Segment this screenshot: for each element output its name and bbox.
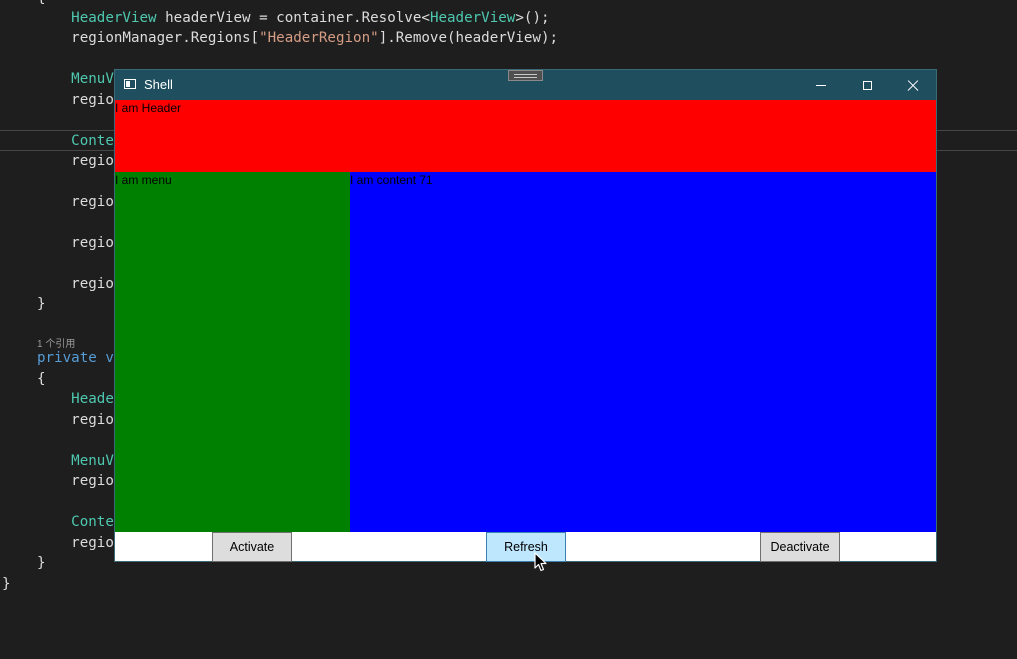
minimize-button[interactable]	[798, 70, 844, 100]
code-token: ].Remove(headerView);	[378, 30, 559, 46]
code-line: Conte	[37, 131, 114, 151]
code-line: regio	[37, 90, 114, 110]
header-text: I am Header	[115, 101, 182, 115]
code-token: regionManager.Regions[	[37, 30, 260, 46]
code-token: regio	[37, 276, 114, 292]
code-token: {	[37, 371, 46, 387]
content-region: I am content 71	[350, 172, 936, 532]
maximize-icon	[862, 80, 872, 90]
header-region: I am Header	[115, 100, 936, 172]
code-line: regio	[37, 471, 114, 491]
code-line: }	[2, 574, 11, 594]
code-token: HeaderView	[71, 10, 157, 26]
code-line: Heade	[37, 389, 114, 409]
code-line: {	[37, 369, 46, 389]
code-token: regio	[37, 235, 114, 251]
activate-button[interactable]: Activate	[212, 532, 292, 562]
title-bar[interactable]: Shell	[115, 70, 936, 100]
menu-text: I am menu	[115, 173, 172, 187]
code-line: private v	[37, 348, 114, 368]
code-token: >();	[515, 10, 550, 26]
code-line: regio	[37, 533, 114, 553]
code-token: regio	[37, 194, 114, 210]
code-line: regio	[37, 410, 114, 430]
code-line: MenuV	[37, 69, 114, 89]
code-line: regio	[37, 192, 114, 212]
code-token: Heade	[71, 391, 114, 407]
code-token: Conte	[71, 514, 114, 530]
code-token: MenuV	[71, 453, 114, 469]
code-token: Conte	[71, 133, 114, 149]
code-line: regio	[37, 233, 114, 253]
close-button[interactable]	[890, 70, 936, 100]
code-line: MenuV	[37, 451, 114, 471]
code-line: HeaderView headerView = container.Resolv…	[37, 8, 550, 28]
code-line: }	[37, 294, 46, 314]
code-line: regionManager.Regions["HeaderRegion"].Re…	[37, 28, 558, 48]
code-token: regio	[37, 92, 114, 108]
code-token: }	[37, 296, 46, 312]
deactivate-button[interactable]: Deactivate	[760, 532, 840, 562]
button-bar: Activate Refresh Deactivate	[115, 532, 936, 562]
refresh-button[interactable]: Refresh	[486, 532, 566, 562]
maximize-button[interactable]	[844, 70, 890, 100]
mouse-cursor-icon	[534, 552, 547, 572]
shell-window: Shell I am Header I am menu I am content…	[114, 69, 937, 562]
code-line: {	[37, 0, 46, 8]
code-line: }	[37, 553, 46, 573]
code-line: Conte	[37, 512, 114, 532]
app-window-icon	[124, 79, 136, 89]
window-title: Shell	[144, 77, 173, 92]
menu-region: I am menu	[115, 172, 350, 532]
drag-handle-icon[interactable]	[508, 70, 543, 81]
code-token: regio	[37, 535, 114, 551]
code-token: private v	[37, 350, 114, 366]
code-line: regio	[37, 274, 114, 294]
code-token: {	[37, 0, 46, 6]
code-token: regio	[37, 153, 114, 169]
content-text: I am content 71	[350, 173, 433, 187]
code-token: }	[2, 576, 11, 592]
code-line: regio	[37, 151, 114, 171]
code-token: HeaderView	[429, 10, 516, 26]
code-token: "HeaderRegion"	[259, 30, 379, 46]
code-token: regio	[37, 473, 114, 489]
code-token: MenuV	[71, 71, 114, 87]
code-token: }	[37, 555, 46, 571]
close-icon	[907, 79, 919, 91]
code-token: regio	[37, 412, 114, 428]
code-token: headerView = container.Resolve<	[156, 10, 430, 26]
minimize-icon	[816, 84, 826, 86]
